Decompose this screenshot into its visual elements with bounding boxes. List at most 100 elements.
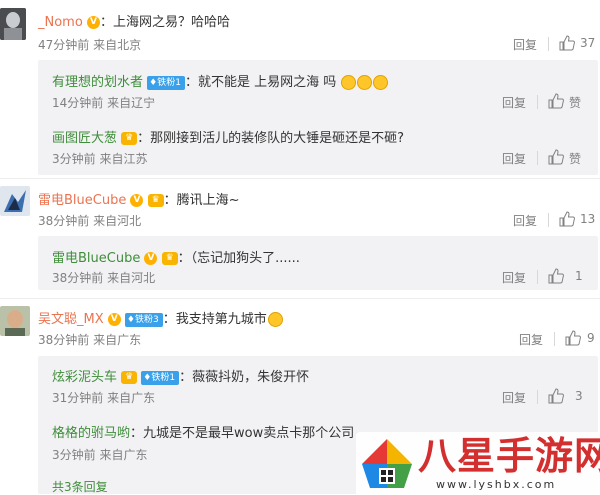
fan-badge: ♦铁粉1 (141, 370, 180, 385)
location: 来自广东 (99, 448, 148, 462)
like-icon[interactable] (559, 35, 575, 51)
user-avatar-image (0, 8, 26, 40)
like-icon[interactable] (548, 149, 564, 165)
comment-divider (0, 298, 600, 299)
like-icon[interactable] (548, 388, 564, 404)
like-count: 37 (580, 36, 596, 50)
avatar[interactable] (0, 306, 30, 336)
like-count: 9 (587, 331, 595, 345)
timestamp: 14分钟前 (52, 96, 104, 110)
divider (554, 332, 555, 346)
avatar[interactable] (0, 186, 30, 216)
timestamp: 3分钟前 (52, 152, 96, 166)
comment-text: ：腾讯上海~ (163, 193, 240, 208)
reply-username[interactable]: 有理想的划水者 (52, 75, 143, 90)
reply-meta: 38分钟前 来自河北 (52, 269, 155, 286)
reply-username[interactable]: 画图匠大葱 (52, 131, 117, 146)
reply-meta: 31分钟前 来自广东 (52, 389, 155, 406)
location: 来自辽宁 (107, 96, 156, 110)
reply-header: 有理想的划水者 ♦铁粉1 ：就不能是 上易网之海 吗 (52, 71, 389, 90)
reply-text: ：（忘记加狗头了...... (177, 251, 300, 266)
comment-divider (0, 178, 600, 179)
reply-button[interactable]: 回复 (502, 94, 526, 111)
like-label[interactable]: 赞 (569, 150, 581, 167)
username[interactable]: 吴文聪_MX (38, 312, 104, 327)
divider (537, 151, 538, 165)
emoji-icon (373, 75, 389, 90)
reply-text: ：薇薇抖奶，朱俊开怀 (179, 370, 310, 385)
divider (537, 390, 538, 404)
comment-text: ：我支持第九城市 (162, 312, 267, 327)
emoji-icon (357, 75, 373, 90)
reply-meta: 14分钟前 来自辽宁 (52, 94, 155, 111)
user-avatar-image (0, 186, 30, 216)
reply-header: 雷电BlueCube V ♛ ：（忘记加狗头了...... (52, 247, 300, 266)
like-icon[interactable] (565, 330, 581, 346)
reply-button[interactable]: 回复 (513, 36, 537, 53)
avatar[interactable] (0, 8, 26, 40)
reply-username[interactable]: 炫彩泥头车 (52, 370, 117, 385)
reply-text: ：就不能是 上易网之海 吗 (184, 75, 337, 90)
timestamp: 38分钟前 (38, 333, 90, 347)
reply-text: ：那刚接到活儿的装修队的大锤是砸还是不砸? (137, 131, 405, 146)
like-count: 1 (575, 269, 583, 283)
watermark-brand: 八星手游网 (418, 434, 600, 478)
like-icon[interactable] (548, 268, 564, 284)
timestamp: 38分钟前 (52, 271, 104, 285)
comment-text: ：上海网之易？哈哈哈 (99, 15, 230, 30)
reply-meta: 3分钟前 来自广东 (52, 446, 147, 463)
timestamp: 47分钟前 (38, 38, 90, 52)
watermark: 八星手游网 www.lyshbx.com (356, 432, 600, 494)
like-count: 13 (580, 212, 596, 226)
divider (548, 37, 549, 51)
reply-username[interactable]: 雷电BlueCube (52, 251, 140, 266)
comment-meta: 38分钟前 来自广东 (38, 331, 141, 348)
like-label[interactable]: 赞 (569, 94, 581, 111)
more-replies-link[interactable]: 共3条回复 (52, 478, 108, 495)
location: 来自河北 (93, 214, 142, 228)
comment-header: 雷电BlueCube V ♛ ：腾讯上海~ (38, 189, 240, 208)
verified-icon: V (130, 194, 144, 207)
reply-button[interactable]: 回复 (519, 331, 543, 348)
reply-username[interactable]: 格格的驸马哟 (52, 426, 130, 441)
comment-header: _Nomo V ：上海网之易？哈哈哈 (38, 11, 230, 30)
reply-button[interactable]: 回复 (502, 150, 526, 167)
crown-badge-icon: ♛ (161, 252, 178, 265)
reply-button[interactable]: 回复 (502, 389, 526, 406)
fan-badge-label: 铁粉1 (151, 372, 176, 383)
username[interactable]: _Nomo (38, 15, 83, 30)
fan-badge: ♦铁粉1 (147, 75, 185, 90)
crown-badge-icon: ♛ (121, 371, 138, 384)
location: 来自河北 (107, 271, 156, 285)
like-count: 3 (575, 389, 583, 403)
divider (537, 270, 538, 284)
timestamp: 31分钟前 (52, 391, 104, 405)
reply-button[interactable]: 回复 (513, 212, 537, 229)
fan-badge-label: 铁粉3 (134, 314, 159, 325)
fan-badge-label: 铁粉1 (157, 77, 181, 88)
username[interactable]: 雷电BlueCube (38, 193, 126, 208)
like-icon[interactable] (559, 211, 575, 227)
reply-header: 格格的驸马哟：九城是不是最早wow卖点卡那个公司 (52, 422, 354, 441)
sunglasses-emoji-icon (267, 312, 283, 327)
location: 来自广东 (107, 391, 156, 405)
reply-text: ：九城是不是最早wow卖点卡那个公司 (130, 426, 355, 441)
emoji-icon (341, 75, 357, 90)
like-icon[interactable] (548, 93, 564, 109)
location: 来自广东 (93, 333, 142, 347)
reply-header: 画图匠大葱 ♛ ：那刚接到活儿的装修队的大锤是砸还是不砸? (52, 127, 404, 146)
location: 来自江苏 (99, 152, 148, 166)
crown-badge-icon: ♛ (121, 132, 138, 145)
reply-meta: 3分钟前 来自江苏 (52, 150, 147, 167)
fan-badge: ♦铁粉3 (124, 312, 163, 327)
user-avatar-image (0, 306, 30, 336)
verified-icon: V (86, 16, 100, 29)
comment-meta: 38分钟前 来自河北 (38, 212, 141, 229)
location: 来自北京 (93, 38, 142, 52)
watermark-url: www.lyshbx.com (436, 478, 557, 491)
reply-button[interactable]: 回复 (502, 269, 526, 286)
verified-icon: V (107, 313, 121, 326)
timestamp: 38分钟前 (38, 214, 90, 228)
verified-icon: V (144, 252, 158, 265)
comment-meta: 47分钟前 来自北京 (38, 36, 141, 53)
